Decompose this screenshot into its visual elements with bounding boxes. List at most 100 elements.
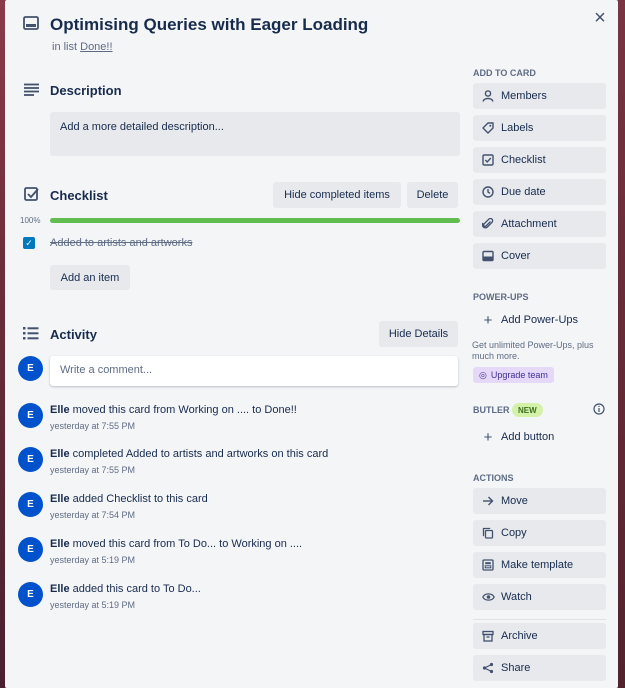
- activity-user[interactable]: Elle: [50, 448, 70, 460]
- checklist-button[interactable]: Checklist: [473, 147, 606, 173]
- checklist-item-checkbox[interactable]: ✓: [23, 237, 35, 249]
- plus-icon: +: [483, 428, 493, 446]
- make-template-button[interactable]: Make template: [473, 552, 606, 578]
- upgrade-label: Upgrade team: [490, 370, 548, 380]
- progress-percent: 100%: [20, 216, 41, 225]
- move-button[interactable]: Move: [473, 488, 606, 514]
- board-background-right: [618, 0, 625, 688]
- activity-entry: Elle moved this card from Working on ...…: [50, 404, 297, 416]
- sidebar-divider: [473, 619, 606, 620]
- copy-label: Copy: [501, 527, 527, 539]
- template-icon: [481, 558, 495, 572]
- add-to-card-heading: ADD TO CARD: [473, 68, 536, 78]
- activity-time[interactable]: yesterday at 7:54 PM: [50, 510, 135, 520]
- butler-heading: BUTLER: [473, 405, 510, 415]
- activity-text: added this card to To Do...: [72, 583, 201, 595]
- copy-button[interactable]: Copy: [473, 520, 606, 546]
- activity-text: completed Added to artists and artworks …: [72, 448, 329, 460]
- cover-button[interactable]: Cover: [473, 243, 606, 269]
- description-heading: Description: [50, 83, 122, 98]
- hide-completed-button[interactable]: Hide completed items: [273, 182, 401, 208]
- add-button-button[interactable]: + Add button: [473, 425, 606, 449]
- due-date-label: Due date: [501, 186, 546, 198]
- person-icon: [481, 89, 495, 103]
- activity-time[interactable]: yesterday at 7:55 PM: [50, 465, 135, 475]
- hide-details-button[interactable]: Hide Details: [379, 321, 458, 347]
- make-template-label: Make template: [501, 559, 574, 571]
- labels-button[interactable]: Labels: [473, 115, 606, 141]
- clock-icon: [481, 185, 495, 199]
- card-list-info: in list Done!!: [52, 41, 113, 53]
- card-icon: [23, 16, 41, 32]
- cover-icon: [481, 249, 495, 263]
- activity-user[interactable]: Elle: [50, 404, 70, 416]
- eye-icon: [481, 590, 495, 604]
- activity-text: added Checklist to this card: [72, 493, 208, 505]
- tag-icon: [481, 121, 495, 135]
- progress-fill: [50, 218, 460, 223]
- delete-checklist-button[interactable]: Delete: [407, 182, 458, 208]
- add-button-label: Add button: [501, 431, 555, 443]
- progress-bar: [50, 218, 460, 223]
- avatar[interactable]: E: [18, 403, 43, 428]
- members-label: Members: [501, 90, 547, 102]
- add-powerups-button[interactable]: + Add Power-Ups: [473, 308, 606, 332]
- archive-button[interactable]: Archive: [473, 623, 606, 649]
- checklist-heading: Checklist: [50, 188, 108, 203]
- add-item-button[interactable]: Add an item: [50, 265, 130, 290]
- attachment-button[interactable]: Attachment: [473, 211, 606, 237]
- members-button[interactable]: Members: [473, 83, 606, 109]
- activity-entry: Elle moved this card from To Do... to Wo…: [50, 538, 302, 550]
- avatar[interactable]: E: [18, 537, 43, 562]
- comment-input[interactable]: Write a comment...: [50, 356, 458, 386]
- info-icon[interactable]: [593, 402, 605, 415]
- add-powerups-label: Add Power-Ups: [501, 314, 579, 326]
- arrow-right-icon: [481, 494, 495, 508]
- share-button[interactable]: Share: [473, 655, 606, 681]
- due-date-button[interactable]: Due date: [473, 179, 606, 205]
- activity-time[interactable]: yesterday at 7:55 PM: [50, 421, 135, 431]
- powerups-heading: POWER-UPS: [473, 292, 529, 302]
- activity-heading: Activity: [50, 327, 97, 342]
- cover-label: Cover: [501, 250, 531, 262]
- watch-button[interactable]: Watch: [473, 584, 606, 610]
- avatar[interactable]: E: [18, 356, 43, 381]
- activity-user[interactable]: Elle: [50, 538, 70, 550]
- avatar[interactable]: E: [18, 447, 43, 472]
- labels-label: Labels: [501, 122, 534, 134]
- checklist-icon: [481, 153, 495, 167]
- avatar[interactable]: E: [18, 492, 43, 517]
- share-label: Share: [501, 662, 531, 674]
- activity-time[interactable]: yesterday at 5:19 PM: [50, 555, 135, 565]
- upgrade-team-button[interactable]: ◎ Upgrade team: [473, 367, 554, 383]
- new-badge: NEW: [512, 403, 543, 417]
- activity-entry: Elle added this card to To Do...: [50, 583, 201, 595]
- description-icon: [24, 83, 40, 99]
- close-icon[interactable]: ×: [590, 8, 610, 28]
- card-title[interactable]: Optimising Queries with Eager Loading: [50, 15, 368, 35]
- powerups-note: Get unlimited Power-Ups, plus much more.: [472, 340, 594, 361]
- avatar[interactable]: E: [18, 582, 43, 607]
- checklist-icon: [24, 187, 40, 203]
- activity-entry: Elle completed Added to artists and artw…: [50, 448, 328, 460]
- plus-icon: +: [483, 311, 493, 329]
- activity-icon: [23, 327, 39, 343]
- copy-icon: [481, 526, 495, 540]
- actions-heading: ACTIONS: [473, 473, 514, 483]
- checklist-label: Checklist: [501, 154, 546, 166]
- list-link[interactable]: Done!!: [80, 41, 112, 53]
- in-list-prefix: in list: [52, 41, 78, 53]
- archive-icon: [481, 629, 495, 643]
- watch-label: Watch: [501, 591, 532, 603]
- activity-user[interactable]: Elle: [50, 493, 70, 505]
- activity-user[interactable]: Elle: [50, 583, 70, 595]
- upgrade-icon: ◎: [479, 369, 487, 380]
- activity-text: moved this card from Working on .... to …: [72, 404, 297, 416]
- checklist-item-text[interactable]: Added to artists and artworks: [50, 237, 192, 249]
- share-icon: [481, 661, 495, 675]
- activity-time[interactable]: yesterday at 5:19 PM: [50, 600, 135, 610]
- archive-label: Archive: [501, 630, 538, 642]
- description-input[interactable]: Add a more detailed description...: [50, 112, 460, 156]
- move-label: Move: [501, 495, 528, 507]
- paperclip-icon: [481, 217, 495, 231]
